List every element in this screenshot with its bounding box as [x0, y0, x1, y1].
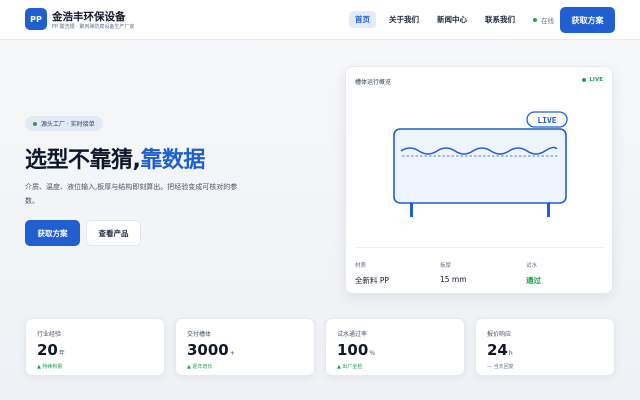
spec-material-value: 全新料 PP: [355, 276, 389, 285]
spec-thickness-label: 板厚: [440, 263, 452, 269]
brand-tagline: PP 酸洗槽 · 聚丙烯防腐设备生产厂家: [52, 24, 135, 30]
badge-text: 源头工厂 · 实时接单: [41, 121, 95, 128]
brand-name[interactable]: 金浩丰环保设备: [52, 9, 126, 24]
stat-card-delivered: 交付槽体 3000+ ▲ 逐年增长: [175, 318, 315, 376]
stat-note: — 当天回复: [487, 364, 514, 370]
hero-headline: 选型不靠猜,靠数据: [25, 142, 205, 174]
top-navbar: PP 金浩丰环保设备 PP 酸洗槽 · 聚丙烯防腐设备生产厂家 首页 关于我们 …: [0, 0, 640, 40]
stat-number: 24: [487, 341, 508, 359]
headline-part1: 选型不靠猜,: [25, 148, 141, 173]
stat-note: ▲ 出厂全检: [337, 364, 363, 370]
card-divider: [355, 247, 605, 248]
stat-value: 100%: [337, 341, 375, 359]
header-get-plan-button[interactable]: 获取方案: [560, 7, 615, 33]
stat-label: 行业经验: [37, 331, 62, 338]
nav-news[interactable]: 新闻中心: [431, 11, 473, 28]
stat-card-pass-rate: 试水通过率 100% ▲ 出厂全检: [325, 318, 465, 376]
spec-water-test-label: 试水: [526, 263, 538, 269]
stat-unit: +: [229, 350, 235, 357]
stat-label: 试水通过率: [337, 331, 368, 338]
spec-water-test-value: 通过: [526, 276, 541, 285]
stat-value: 20年: [37, 341, 65, 359]
hero-description: 介质、温度、液位输入,板厚与结构即刻算出。把经验变成可核对的参数。: [25, 183, 238, 205]
online-dot-icon: [533, 18, 537, 22]
factory-badge: 源头工厂 · 实时接单: [25, 116, 103, 131]
badge-dot-icon: [33, 121, 37, 126]
stat-value: 3000+: [187, 341, 235, 359]
stat-number: 3000: [187, 341, 229, 359]
tank-illustration: LIVE: [393, 111, 568, 217]
nav-home[interactable]: 首页: [349, 11, 376, 28]
headline-highlight: 靠数据: [140, 148, 205, 173]
stat-unit: 年: [58, 350, 65, 357]
nav-contact[interactable]: 联系我们: [479, 11, 521, 28]
stat-unit: h: [508, 350, 513, 357]
online-label: 在线: [541, 17, 554, 25]
stat-card-response: 报价响应 24h — 当天回复: [475, 318, 615, 376]
stat-note: ▲ 持续积累: [37, 364, 63, 370]
spec-material-label: 材质: [355, 263, 367, 269]
stat-label: 交付槽体: [187, 331, 212, 338]
tank-overview-card: 槽体运行概览 LIVE LIVE 材质 全新料 PP 板厚 15 mm 试水 通…: [345, 66, 613, 294]
stat-card-experience: 行业经验 20年 ▲ 持续积累: [25, 318, 165, 376]
stat-number: 100: [337, 341, 369, 359]
stat-note: ▲ 逐年增长: [187, 364, 213, 370]
stat-label: 报价响应: [487, 331, 512, 338]
online-status: 在线: [533, 15, 554, 25]
spec-thickness-value: 15 mm: [440, 275, 467, 284]
stat-number: 20: [37, 341, 58, 359]
brand-logo[interactable]: PP: [25, 8, 47, 30]
stat-unit: %: [369, 350, 376, 357]
stat-value: 24h: [487, 341, 513, 359]
live-pill-label: LIVE: [537, 116, 556, 125]
tank-body: [393, 128, 567, 204]
view-products-button[interactable]: 查看产品: [86, 220, 141, 246]
nav-about[interactable]: 关于我们: [383, 11, 425, 28]
hero-get-plan-button[interactable]: 获取方案: [25, 220, 80, 246]
